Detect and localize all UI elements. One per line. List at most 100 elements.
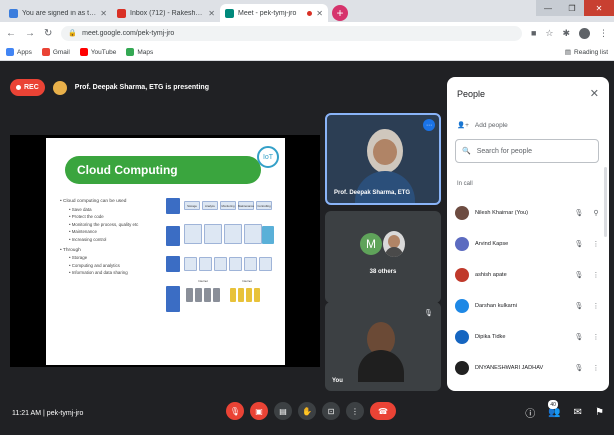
bookmark-youtube[interactable]: YouTube	[79, 48, 117, 56]
bullet: • Maintenance	[69, 229, 97, 235]
tab-title: Inbox (712) - Rakesh anand bhole	[130, 9, 204, 17]
diagram-block	[166, 286, 180, 312]
slide-title: Cloud Computing	[65, 156, 261, 184]
forward-arrow-icon[interactable]: →	[25, 28, 35, 39]
camera-icon[interactable]: ■	[531, 28, 536, 38]
bookmark-label: YouTube	[90, 48, 117, 56]
participant-name: Nilesh Khairnar (You)	[475, 209, 528, 216]
avatar-initial: M	[360, 233, 382, 255]
add-people-button[interactable]: 👤+ Add people	[457, 121, 508, 130]
presenter-name: Prof. Deepak Sharma, ETG	[334, 190, 411, 196]
bookmark-gmail[interactable]: Gmail	[41, 48, 70, 56]
gmail-icon	[117, 8, 126, 18]
others-count: 38 others	[369, 269, 397, 275]
diagram-internet-label: Internet	[242, 279, 252, 283]
people-search-input[interactable]: 🔍 Search for people	[455, 139, 599, 163]
search-icon: 🔍	[462, 148, 471, 155]
mic-off-icon: 🎙	[424, 310, 433, 317]
chat-icon[interactable]: ✉	[574, 407, 582, 418]
lock-icon: 🔒	[68, 30, 78, 37]
close-icon[interactable]: ✕	[316, 9, 323, 18]
side-controls: ⓘ 40 👥 ✉ ⚑	[525, 400, 604, 420]
list-item[interactable]: DNYANESHWARI JADHAV 🎙 ⋮	[447, 352, 609, 383]
avatar	[455, 267, 469, 282]
others-tile[interactable]: M 38 others	[325, 211, 441, 303]
more-options-icon[interactable]: ⋮	[591, 302, 601, 310]
diagram-step	[259, 257, 272, 271]
diagram-block	[166, 256, 180, 272]
bookmark-maps[interactable]: Maps	[126, 48, 153, 56]
new-tab-button[interactable]: +	[332, 5, 348, 21]
recording-badge: REC	[10, 79, 45, 96]
maximize-button[interactable]: ❐	[560, 0, 584, 16]
list-item[interactable]: Darshan kulkarni 🎙 ⋮	[447, 290, 609, 321]
diagram-box	[184, 224, 202, 244]
tab-1[interactable]: Inbox (712) - Rakesh anand bhole ✕	[112, 4, 220, 22]
more-options-icon[interactable]: ⋮	[591, 364, 601, 372]
iot-logo-icon: IoT	[257, 146, 279, 168]
diagram-box	[204, 224, 222, 244]
mic-toggle-button[interactable]: 🎙	[226, 402, 244, 420]
window-close-button[interactable]: ✕	[584, 0, 614, 16]
captions-button[interactable]: ▤	[274, 402, 292, 420]
presenting-text: Prof. Deepak Sharma, ETG is presenting	[74, 84, 209, 91]
in-call-heading: In call	[457, 181, 473, 187]
extension-icon[interactable]: ✱	[562, 28, 570, 39]
back-arrow-icon[interactable]: ←	[6, 28, 16, 39]
minimize-button[interactable]: —	[536, 0, 560, 16]
slide-bullets: • Cloud computing can be used • Save dat…	[60, 198, 160, 277]
close-icon[interactable]: ✕	[208, 9, 215, 18]
tab-0[interactable]: You are signed in as test 1054 ✕	[4, 4, 112, 22]
more-options-icon[interactable]: ⋮	[591, 271, 601, 279]
slide-diagram: Storage Analyze Monitoring Maintenance C…	[166, 194, 276, 344]
person-icon	[246, 288, 252, 302]
self-tile[interactable]: 🎙 You	[325, 302, 441, 391]
raise-hand-button[interactable]: ✋	[298, 402, 316, 420]
call-controls: 🎙 ▣ ▤ ✋ ⊡ ⋮ ☎	[226, 402, 396, 420]
people-button[interactable]: 40 👥	[548, 400, 561, 418]
bullet: • Storage	[69, 255, 88, 261]
participant-name: ashish apate	[475, 271, 507, 278]
star-icon[interactable]: ☆	[545, 28, 553, 39]
more-options-icon[interactable]: ⋮	[591, 240, 601, 248]
url-omnibox[interactable]: 🔒 meet.google.com/pek-tymj-jro	[61, 25, 522, 41]
diagram-label: Analyze	[202, 201, 218, 210]
list-item[interactable]: ashish apate 🎙 ⋮	[447, 259, 609, 290]
gmail-icon	[41, 48, 50, 56]
url-text: meet.google.com/pek-tymj-jro	[82, 29, 175, 37]
list-item[interactable]: Dipika Tidke 🎙 ⋮	[447, 321, 609, 352]
diagram-step	[214, 257, 227, 271]
meet-icon	[225, 8, 234, 18]
diagram-step	[199, 257, 212, 271]
menu-dots-icon[interactable]: ⋮	[599, 28, 608, 39]
diagram-label: Monitoring	[220, 201, 236, 210]
tab-2[interactable]: Meet - pek-tymj-jro ✕	[220, 4, 328, 22]
mic-off-icon: 🎙	[574, 333, 584, 341]
reload-icon[interactable]: ↻	[44, 28, 52, 39]
more-options-button[interactable]: ⋮	[346, 402, 364, 420]
list-item[interactable]: Nilesh Khairnar (You) 🎙 ⚲	[447, 197, 609, 228]
mic-off-icon: 🎙	[574, 302, 584, 310]
close-icon[interactable]: ✕	[100, 9, 107, 18]
camera-toggle-button[interactable]: ▣	[250, 402, 268, 420]
end-call-button[interactable]: ☎	[370, 402, 396, 420]
diagram-step	[244, 257, 257, 271]
server-row	[186, 288, 220, 302]
reading-list[interactable]: ▤ Reading list	[565, 48, 608, 57]
present-screen-button[interactable]: ⊡	[322, 402, 340, 420]
list-item[interactable]: Arvind Kapse 🎙 ⋮	[447, 228, 609, 259]
meeting-controls-bar: 11:21 AM | pek-tymj-jro 🎙 ▣ ▤ ✋ ⊡ ⋮ ☎ ⓘ …	[0, 397, 614, 435]
activities-icon[interactable]: ⚑	[595, 407, 604, 418]
presenter-tile[interactable]: ⋯ Prof. Deepak Sharma, ETG	[325, 113, 441, 205]
more-options-icon[interactable]: ⋮	[591, 333, 601, 341]
pin-icon[interactable]: ⚲	[591, 209, 601, 217]
bookmark-label: Gmail	[52, 48, 70, 56]
participant-name: Darshan kulkarni	[475, 302, 517, 309]
presenter-face	[373, 139, 397, 165]
self-shirt	[358, 350, 404, 382]
profile-avatar[interactable]	[579, 27, 590, 39]
info-icon[interactable]: ⓘ	[525, 405, 535, 420]
mic-off-icon: 🎙	[574, 209, 584, 217]
bookmark-apps[interactable]: Apps	[6, 48, 32, 56]
close-icon[interactable]: ✕	[590, 87, 599, 100]
